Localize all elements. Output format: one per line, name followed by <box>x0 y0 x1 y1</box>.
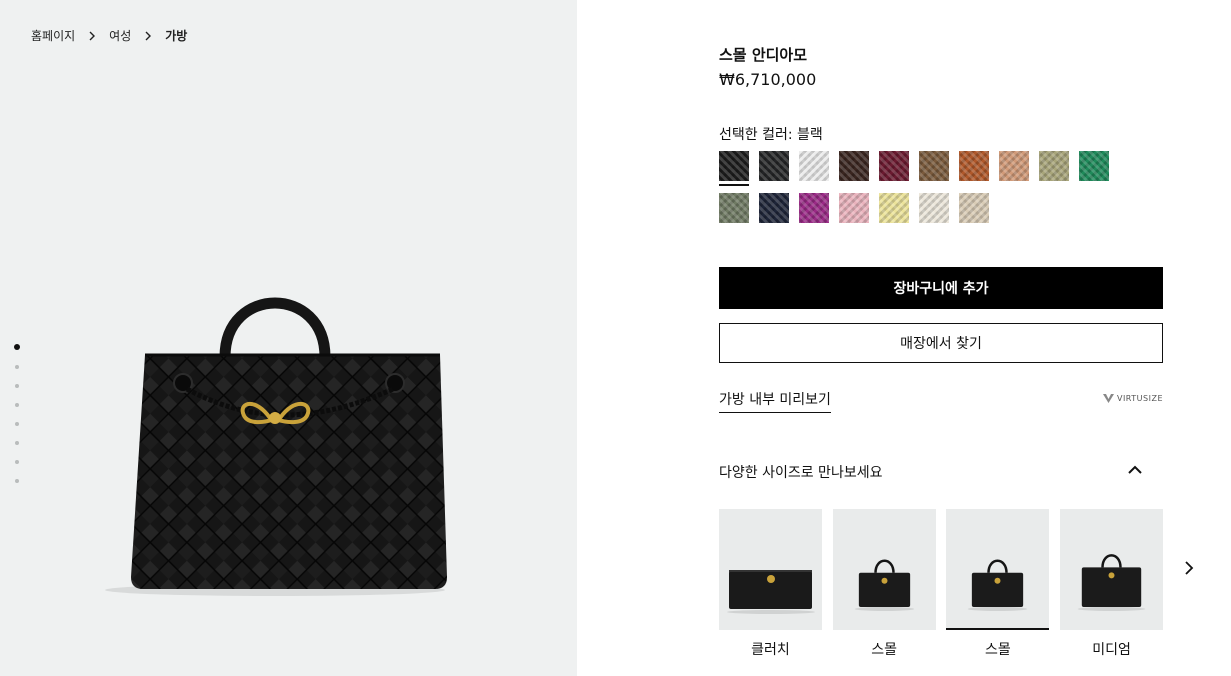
gallery-dot[interactable] <box>15 365 19 369</box>
color-swatch[interactable] <box>1079 151 1109 181</box>
color-swatch[interactable] <box>1039 151 1069 181</box>
color-swatch[interactable] <box>879 151 909 181</box>
bag-interior-preview-link[interactable]: 가방 내부 미리보기 <box>719 389 831 413</box>
gallery-dot[interactable] <box>15 403 19 407</box>
gallery-dot[interactable] <box>15 479 19 483</box>
gallery-dot[interactable] <box>15 422 19 426</box>
clutch-bag-thumbnail <box>719 509 822 630</box>
color-swatch[interactable] <box>759 151 789 181</box>
breadcrumb-women[interactable]: 여성 <box>109 27 131 44</box>
gallery-dot[interactable] <box>15 460 19 464</box>
color-swatch[interactable] <box>879 193 909 223</box>
selected-color-label: 선택한 컬러: 블랙 <box>719 127 823 143</box>
find-in-store-button[interactable]: 매장에서 찾기 <box>719 323 1163 363</box>
chevron-right-icon[interactable] <box>1180 559 1198 577</box>
chevron-right-icon <box>145 31 152 40</box>
size-option[interactable]: 미디엄 <box>1060 509 1164 659</box>
breadcrumb: 홈페이지 여성 가방 <box>31 27 187 44</box>
color-swatch[interactable] <box>839 151 869 181</box>
gallery-dot[interactable] <box>15 384 19 388</box>
chevron-up-icon[interactable] <box>1126 461 1144 479</box>
color-swatch[interactable] <box>799 193 829 223</box>
product-gallery: 홈페이지 여성 가방 <box>0 0 577 676</box>
size-option[interactable]: 클러치 <box>719 509 822 659</box>
product-price: ₩6,710,000 <box>719 70 817 89</box>
size-option[interactable]: 스몰 <box>832 509 936 659</box>
virtusize-logo: VIRTUSIZE <box>1102 394 1163 403</box>
color-swatch[interactable] <box>959 193 989 223</box>
black-woven-handbag-image[interactable] <box>95 285 455 605</box>
sizes-heading: 다양한 사이즈로 만나보세요 <box>719 465 883 481</box>
size-carousel: 클러치 스몰 스몰 미디엄 <box>719 509 1164 669</box>
size-option-label: 클러치 <box>751 642 790 658</box>
color-swatch[interactable] <box>799 151 829 181</box>
virtusize-text: VIRTUSIZE <box>1116 394 1163 403</box>
color-swatch[interactable] <box>719 151 749 186</box>
small-bag-thumbnail-2 <box>946 509 1050 630</box>
color-swatch[interactable] <box>759 193 789 223</box>
color-swatch[interactable] <box>719 193 749 223</box>
virtusize-icon <box>1102 394 1114 403</box>
size-option-label: 미디엄 <box>1092 642 1131 658</box>
gallery-dot[interactable] <box>14 344 20 350</box>
breadcrumb-home[interactable]: 홈페이지 <box>31 27 75 44</box>
color-swatch[interactable] <box>919 151 949 181</box>
add-to-cart-button[interactable]: 장바구니에 추가 <box>719 267 1163 309</box>
gallery-pagination <box>14 344 20 483</box>
gallery-dot[interactable] <box>15 441 19 445</box>
size-option[interactable]: 스몰 <box>946 509 1050 659</box>
color-swatch[interactable] <box>919 193 949 223</box>
color-swatch[interactable] <box>999 151 1029 181</box>
size-option-label: 스몰 <box>985 642 1011 658</box>
product-name: 스몰 안디아모 <box>719 46 808 64</box>
medium-bag-thumbnail <box>1060 509 1164 630</box>
product-page: 홈페이지 여성 가방 스몰 안디아모 ₩6,710,000 선택한 컬러: 블랙… <box>0 0 1231 676</box>
selected-swatch-indicator <box>719 184 749 186</box>
size-option-label: 스몰 <box>871 642 898 658</box>
chevron-right-icon <box>89 31 96 40</box>
color-swatch[interactable] <box>839 193 869 223</box>
small-bag-thumbnail-1 <box>832 509 936 630</box>
color-swatch[interactable] <box>959 151 989 181</box>
breadcrumb-bags: 가방 <box>165 29 188 43</box>
